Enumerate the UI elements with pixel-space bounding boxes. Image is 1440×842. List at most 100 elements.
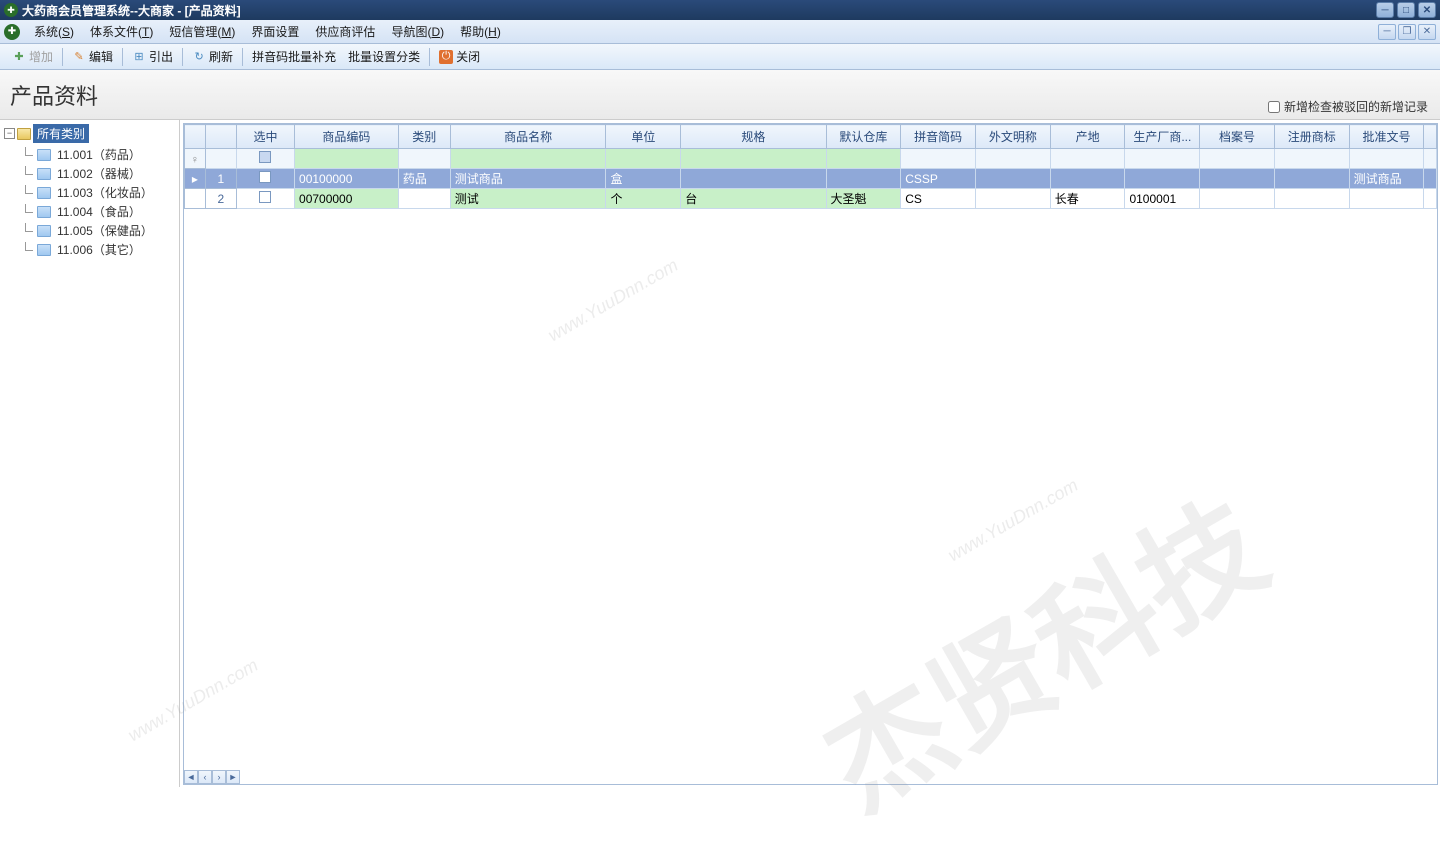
filter-cell[interactable] (975, 149, 1050, 169)
export-button[interactable]: ⊞引出 (126, 46, 179, 67)
column-header[interactable]: 生产厂商... (1125, 125, 1200, 149)
column-header[interactable] (185, 125, 206, 149)
column-header[interactable]: 档案号 (1200, 125, 1275, 149)
filter-cell[interactable] (236, 149, 294, 169)
filter-cell[interactable]: ♀ (185, 149, 206, 169)
column-header[interactable]: 拼音简码 (901, 125, 976, 149)
check-rejected-checkbox[interactable] (1268, 101, 1280, 113)
column-header[interactable]: 注册商标 (1274, 125, 1349, 149)
product-grid[interactable]: 选中商品编码类别商品名称单位规格默认仓库拼音简码外文明称产地生产厂商...档案号… (184, 124, 1437, 209)
close-button[interactable]: ⏻关闭 (433, 46, 486, 67)
cell[interactable]: 药品 (398, 169, 450, 189)
column-header[interactable] (205, 125, 236, 149)
refresh-button[interactable]: ↻刷新 (186, 46, 239, 67)
table-row[interactable]: ▸100100000药品测试商品盒CSSP测试商品 (185, 169, 1437, 189)
cell[interactable]: 台 (681, 189, 826, 209)
filter-cell[interactable] (1274, 149, 1349, 169)
grid-nav-first[interactable]: ◄ (184, 770, 198, 784)
column-header[interactable]: 默认仓库 (826, 125, 901, 149)
grid-nav-prev[interactable]: ‹ (198, 770, 212, 784)
menu-sms[interactable]: 短信管理(M) (161, 20, 243, 43)
column-header[interactable]: 产地 (1050, 125, 1125, 149)
column-header[interactable] (1424, 125, 1437, 149)
cell[interactable]: 0100001 (1125, 189, 1200, 209)
cell[interactable] (975, 169, 1050, 189)
column-header[interactable]: 选中 (236, 125, 294, 149)
cell[interactable]: 2 (205, 189, 236, 209)
mdi-restore-button[interactable]: ❐ (1398, 24, 1416, 40)
cell[interactable]: 测试 (450, 189, 606, 209)
filter-cell[interactable] (1125, 149, 1200, 169)
cell[interactable]: 测试商品 (1349, 169, 1424, 189)
filter-cell[interactable] (205, 149, 236, 169)
filter-cell[interactable] (1424, 149, 1437, 169)
tree-leaf[interactable]: 11.006（其它） (20, 240, 179, 259)
mdi-close-button[interactable]: ✕ (1418, 24, 1436, 40)
filter-cell[interactable] (450, 149, 606, 169)
cell[interactable]: 个 (606, 189, 681, 209)
filter-cell[interactable] (1050, 149, 1125, 169)
column-header[interactable]: 单位 (606, 125, 681, 149)
filter-cell[interactable] (398, 149, 450, 169)
tree-leaf[interactable]: 11.003（化妆品） (20, 183, 179, 202)
menu-help[interactable]: 帮助(H) (452, 20, 509, 43)
filter-checkbox[interactable] (259, 151, 271, 163)
grid-nav-last[interactable]: ► (226, 770, 240, 784)
column-header[interactable]: 批准文号 (1349, 125, 1424, 149)
mdi-minimize-button[interactable]: ─ (1378, 24, 1396, 40)
cell[interactable]: 00700000 (295, 189, 399, 209)
filter-cell[interactable] (826, 149, 901, 169)
minimize-button[interactable]: ─ (1376, 2, 1394, 18)
cell[interactable]: 长春 (1050, 189, 1125, 209)
tree-leaf[interactable]: 11.004（食品） (20, 202, 179, 221)
cell[interactable]: 00100000 (295, 169, 399, 189)
cell[interactable] (398, 189, 450, 209)
cell[interactable] (236, 169, 294, 189)
menu-ui-settings[interactable]: 界面设置 (243, 20, 307, 43)
column-header[interactable]: 类别 (398, 125, 450, 149)
batch-category-button[interactable]: 批量设置分类 (342, 46, 426, 67)
row-checkbox[interactable] (259, 191, 271, 203)
cell[interactable] (1424, 189, 1437, 209)
cell[interactable] (1200, 169, 1275, 189)
cell[interactable]: ▸ (185, 169, 206, 189)
menu-supplier-eval[interactable]: 供应商评估 (307, 20, 383, 43)
cell[interactable] (1274, 169, 1349, 189)
menu-system[interactable]: 系统(S) (26, 20, 82, 43)
column-header[interactable]: 外文明称 (975, 125, 1050, 149)
column-header[interactable]: 商品编码 (295, 125, 399, 149)
cell[interactable]: 大圣魁 (826, 189, 901, 209)
cell[interactable] (1274, 189, 1349, 209)
cell[interactable]: 盒 (606, 169, 681, 189)
tree-root-label[interactable]: 所有类别 (33, 124, 89, 143)
tree-leaf[interactable]: 11.001（药品） (20, 145, 179, 164)
cell[interactable] (1200, 189, 1275, 209)
cell[interactable] (1050, 169, 1125, 189)
filter-cell[interactable] (295, 149, 399, 169)
grid-nav-next[interactable]: › (212, 770, 226, 784)
cell[interactable] (1424, 169, 1437, 189)
cell[interactable]: 1 (205, 169, 236, 189)
close-window-button[interactable]: ✕ (1418, 2, 1436, 18)
filter-cell[interactable] (681, 149, 826, 169)
column-header[interactable]: 商品名称 (450, 125, 606, 149)
cell[interactable] (826, 169, 901, 189)
cell[interactable] (681, 169, 826, 189)
column-header[interactable]: 规格 (681, 125, 826, 149)
tree-collapse-icon[interactable]: − (4, 128, 15, 139)
table-row[interactable]: 2 00700000 测试个台大圣魁CS 长春0100001 (185, 189, 1437, 209)
cell[interactable]: CS (901, 189, 976, 209)
cell[interactable] (975, 189, 1050, 209)
tree-leaf[interactable]: 11.002（器械） (20, 164, 179, 183)
cell[interactable] (236, 189, 294, 209)
tree-leaf[interactable]: 11.005（保健品） (20, 221, 179, 240)
cell[interactable] (185, 189, 206, 209)
filter-cell[interactable] (1200, 149, 1275, 169)
cell[interactable]: 测试商品 (450, 169, 606, 189)
filter-cell[interactable] (606, 149, 681, 169)
row-checkbox[interactable] (259, 171, 271, 183)
menu-system-files[interactable]: 体系文件(T) (82, 20, 161, 43)
pinyin-batch-button[interactable]: 拼音码批量补充 (246, 46, 342, 67)
filter-cell[interactable] (1349, 149, 1424, 169)
check-rejected-label[interactable]: 新增检查被驳回的新增记录 (1268, 98, 1428, 115)
